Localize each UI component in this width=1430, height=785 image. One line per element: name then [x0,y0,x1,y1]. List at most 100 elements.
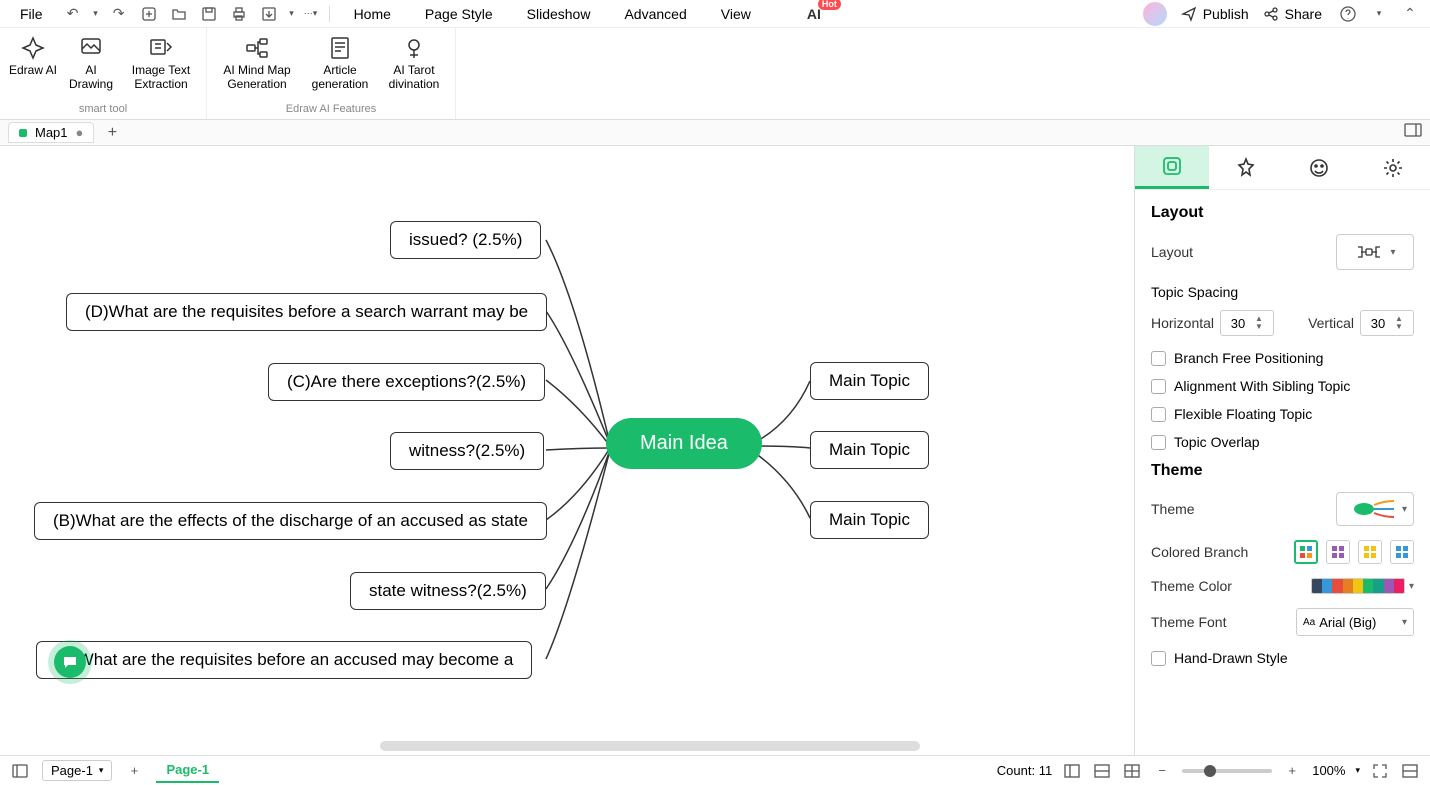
theme-color-selector[interactable] [1311,578,1405,594]
outline-toggle-icon[interactable] [10,761,30,781]
hand-drawn-checkbox[interactable] [1151,651,1166,666]
undo-dropdown-icon[interactable]: ▾ [91,2,101,26]
hot-badge: Hot [818,0,841,10]
open-icon[interactable] [167,2,191,26]
image-text-extraction-tool[interactable]: Image Text Extraction [122,32,200,94]
collapse-ribbon-icon[interactable]: ⌃ [1398,2,1422,26]
view-mode-3-icon[interactable] [1122,761,1142,781]
share-button[interactable]: Share [1263,6,1322,22]
avatar[interactable] [1143,2,1167,26]
more-dropdown-icon[interactable]: ⋯▾ [303,2,319,26]
panel-tab-emoji[interactable] [1283,146,1357,189]
vertical-spacing-input[interactable]: ▲▼ [1360,310,1414,336]
article-icon [326,34,354,62]
branch-free-checkbox[interactable] [1151,351,1166,366]
zoom-level[interactable]: 100% [1312,763,1345,778]
topic-right-3[interactable]: Main Topic [810,501,929,539]
horizontal-spacing-input[interactable]: ▲▼ [1220,310,1274,336]
menu-home[interactable]: Home [340,2,405,26]
zoom-out-button[interactable]: − [1152,761,1172,781]
panel-tab-style[interactable] [1209,146,1283,189]
edraw-ai-tool[interactable]: Edraw AI [6,32,60,94]
topic-left-2[interactable]: (D)What are the requisites before a sear… [66,293,547,331]
ai-chat-button[interactable] [54,646,86,678]
tab-modified-icon: ● [76,125,84,140]
colored-branch-label: Colored Branch [1151,544,1248,560]
ai-mindmap-tool[interactable]: AI Mind Map Generation [213,32,301,94]
flexible-floating-checkbox[interactable] [1151,407,1166,422]
document-tab[interactable]: Map1 ● [8,122,94,143]
export-dropdown-icon[interactable]: ▾ [287,2,297,26]
chevron-down-icon: ▾ [1402,617,1407,628]
panel-tab-settings[interactable] [1356,146,1430,189]
branch-style-1[interactable] [1294,540,1318,564]
help-dropdown-icon[interactable]: ▾ [1374,2,1384,26]
layout-selector[interactable]: ▾ [1336,234,1414,270]
theme-heading: Theme [1151,462,1414,480]
print-icon[interactable] [227,2,251,26]
topic-left-4[interactable]: witness?(2.5%) [390,432,544,470]
topic-left-6[interactable]: state witness?(2.5%) [350,572,546,610]
add-tab-button[interactable]: + [102,123,122,143]
topic-right-1[interactable]: Main Topic [810,362,929,400]
ai-drawing-tool[interactable]: AI Drawing [62,32,120,94]
ai-drawing-icon [77,34,105,62]
new-icon[interactable] [137,2,161,26]
undo-icon[interactable]: ↶ [61,2,85,26]
topic-left-3[interactable]: (C)Are there exceptions?(2.5%) [268,363,545,401]
canvas[interactable]: Main Idea Main Topic Main Topic Main Top… [0,146,1134,755]
topic-left-7[interactable]: (A)What are the requisites before an acc… [36,641,532,679]
ai-logo[interactable]: AIHot [807,6,821,22]
panel-tab-layout[interactable] [1135,146,1209,189]
help-icon[interactable] [1336,2,1360,26]
page-selector[interactable]: Page-1▾ [42,760,112,781]
ai-tarot-tool[interactable]: AI Tarot divination [379,32,449,94]
fit-icon[interactable] [1400,761,1420,781]
toggle-panel-icon[interactable] [1404,123,1422,142]
topic-overlap-checkbox[interactable] [1151,435,1166,450]
topic-left-1[interactable]: issued? (2.5%) [390,221,541,259]
branch-style-4[interactable] [1390,540,1414,564]
view-mode-1-icon[interactable] [1062,761,1082,781]
view-mode-2-icon[interactable] [1092,761,1112,781]
menu-slideshow[interactable]: Slideshow [513,2,605,26]
spin-down-icon[interactable]: ▼ [1395,323,1403,331]
topic-spacing-label: Topic Spacing [1151,284,1414,300]
menu-view[interactable]: View [707,2,765,26]
ribbon-group-ai-features: Edraw AI Features [286,103,377,115]
add-page-button[interactable]: + [124,761,144,781]
alignment-checkbox[interactable] [1151,379,1166,394]
save-icon[interactable] [197,2,221,26]
chevron-down-icon: ▾ [1402,504,1407,515]
article-generation-tool[interactable]: Article generation [303,32,377,94]
ocr-icon [147,34,175,62]
spin-down-icon[interactable]: ▼ [1255,323,1263,331]
fullscreen-icon[interactable] [1370,761,1390,781]
theme-font-label: Theme Font [1151,614,1226,630]
menu-page-style[interactable]: Page Style [411,2,507,26]
menu-advanced[interactable]: Advanced [610,2,700,26]
export-icon[interactable] [257,2,281,26]
horizontal-scrollbar[interactable] [380,741,920,751]
root-node[interactable]: Main Idea [606,418,762,469]
branch-style-2[interactable] [1326,540,1350,564]
chevron-down-icon: ▾ [99,765,104,776]
branch-style-3[interactable] [1358,540,1382,564]
layout-heading: Layout [1151,204,1414,222]
theme-label: Theme [1151,501,1195,517]
topic-left-5[interactable]: (B)What are the effects of the discharge… [34,502,547,540]
zoom-slider[interactable] [1182,769,1272,773]
edraw-ai-icon [19,34,47,62]
theme-color-label: Theme Color [1151,578,1232,594]
zoom-dropdown-icon[interactable]: ▾ [1355,765,1360,776]
theme-font-selector[interactable]: Aa Arial (Big) ▾ [1296,608,1414,636]
topic-right-2[interactable]: Main Topic [810,431,929,469]
page-tab[interactable]: Page-1 [156,758,219,783]
file-menu[interactable]: File [8,2,55,26]
chevron-down-icon: ▾ [1390,247,1395,258]
chevron-down-icon[interactable]: ▾ [1409,581,1414,592]
theme-selector[interactable]: ▾ [1336,492,1414,526]
zoom-in-button[interactable]: + [1282,761,1302,781]
redo-icon[interactable]: ↷ [107,2,131,26]
publish-button[interactable]: Publish [1181,6,1249,22]
